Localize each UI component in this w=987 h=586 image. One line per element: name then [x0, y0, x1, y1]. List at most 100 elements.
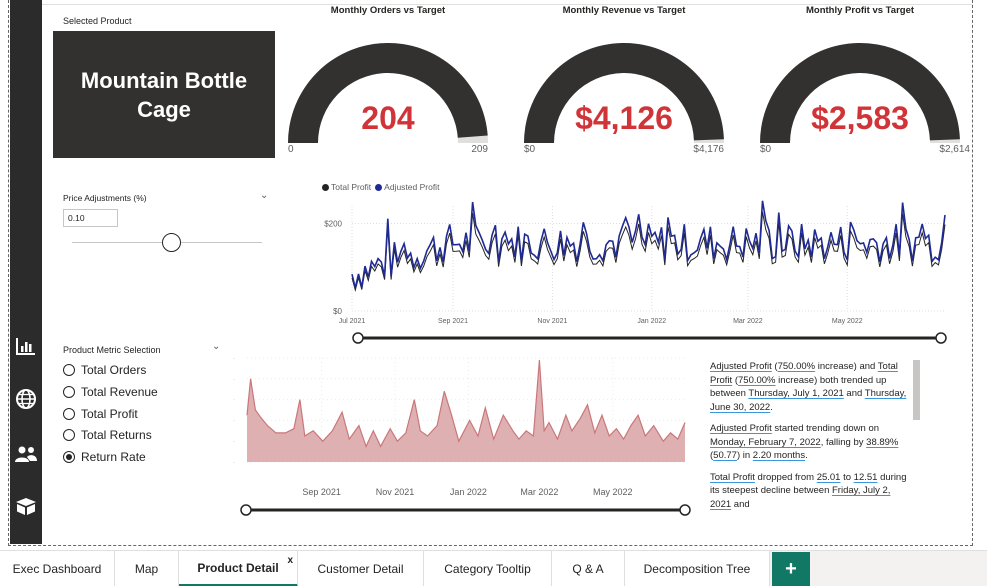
tab-exec-dashboard[interactable]: Exec Dashboard: [0, 551, 115, 586]
y-tick-mark: ·: [233, 439, 235, 445]
x-tick-label: Nov 2021: [537, 318, 567, 325]
radio-label: Return Rate: [81, 450, 146, 464]
x-tick-label: May 2022: [593, 487, 633, 497]
legend-label: Adjusted Profit: [384, 182, 440, 192]
box-icon[interactable]: [10, 492, 42, 520]
price-adjustments-label: Price Adjustments (%): [63, 193, 147, 203]
narrative-text: and: [731, 498, 750, 510]
revenue-gauge: Monthly Revenue vs Target $4,126 $0 $4,1…: [506, 0, 742, 168]
profit-line-chart[interactable]: Jul 2021 Sep 2021 Nov 2021 Jan 2022 Mar 2022…: [290, 196, 960, 326]
x-tick-label: Mar 2022: [520, 487, 558, 497]
radio-button[interactable]: [63, 364, 75, 376]
radio-label: Total Orders: [81, 363, 147, 377]
chevron-down-icon[interactable]: ⌄: [212, 341, 220, 352]
x-tick-label: May 2022: [832, 318, 863, 325]
metric-area-chart[interactable]: · · · · · · Sep 2021 Nov 2021 Jan 2022 Mar 2022 Ma…: [225, 350, 695, 500]
line-chart-legend: Total Profit Adjusted Profit: [322, 182, 439, 192]
tab-map[interactable]: Map: [115, 551, 179, 586]
radio-button[interactable]: [63, 429, 75, 441]
gauge-title: Monthly Revenue vs Target: [562, 5, 686, 16]
area-fill: [247, 360, 685, 462]
x-tick-label: Nov 2021: [376, 487, 415, 497]
profit-gauge: Monthly Profit vs Target $2,583 $0 $2,61…: [742, 0, 978, 168]
smart-narrative: Adjusted Profit (750.00% increase) and T…: [710, 360, 910, 519]
report-app: Selected Product Mountain Bottle Cage Mo…: [0, 0, 987, 586]
range-start-handle: [240, 504, 252, 516]
narrative-highlight: Adjusted Profit: [710, 423, 772, 434]
narrative-highlight: 750.00%: [738, 374, 776, 386]
globe-icon[interactable]: [10, 385, 42, 413]
radio-option-total-revenue[interactable]: Total Revenue: [63, 385, 158, 399]
legend-label: Total Profit: [331, 182, 372, 192]
radio-option-return-rate[interactable]: Return Rate: [63, 450, 146, 464]
radio-option-total-profit[interactable]: Total Profit: [63, 407, 138, 421]
narrative-paragraph: Adjusted Profit (750.00% increase) and T…: [710, 360, 910, 414]
close-icon[interactable]: x: [287, 555, 293, 566]
tab-product-detail[interactable]: Product Detail x: [179, 551, 298, 586]
price-adjustment-input[interactable]: 0.10: [63, 209, 118, 227]
gauge-title: Monthly Orders vs Target: [330, 5, 446, 16]
narrative-highlight: 2.20 months: [752, 450, 806, 461]
range-start-handle: [352, 332, 364, 344]
narrative-text: to: [840, 471, 854, 483]
gauge-value: 204: [361, 100, 415, 136]
narrative-text: dropped from: [754, 471, 817, 483]
gauge-title: Monthly Profit vs Target: [805, 5, 915, 16]
radio-label: Total Returns: [81, 428, 152, 442]
metric-selection-label: Product Metric Selection: [63, 345, 161, 355]
gauge-max: $2,614: [939, 144, 970, 155]
radio-button[interactable]: [63, 386, 75, 398]
x-tick-label: Jan 2022: [450, 487, 487, 497]
narrative-text: .: [805, 450, 808, 461]
legend-item-adjusted-profit[interactable]: Adjusted Profit: [375, 182, 439, 192]
narrative-highlight: 50.77: [713, 450, 737, 461]
narrative-highlight: Thursday, July 1, 2021: [748, 388, 844, 399]
narrative-text: , falling by: [820, 436, 867, 448]
narrative-text: started trending down on: [771, 423, 880, 434]
narrative-scrollbar[interactable]: [913, 360, 920, 420]
bar-chart-icon[interactable]: [10, 332, 42, 360]
narrative-text: and: [843, 388, 865, 399]
narrative-highlight: Adjusted Profit: [710, 361, 772, 372]
tab-decomposition-tree[interactable]: Decomposition Tree: [625, 551, 770, 586]
radio-button[interactable]: [63, 408, 75, 420]
x-tick-label: Jul 2021: [339, 318, 366, 325]
tab-label: Customer Detail: [317, 562, 404, 576]
y-tick-label: $0: [333, 307, 342, 316]
narrative-paragraph: Total Profit dropped from 25.01 to 12.51…: [710, 471, 910, 512]
gauge-min: $0: [760, 144, 772, 155]
y-tick-mark: ·: [233, 356, 235, 362]
gauge-value: $2,583: [811, 100, 909, 136]
nav-rail: [10, 0, 42, 544]
add-page-button[interactable]: +: [772, 552, 810, 586]
line-chart-date-range-slider[interactable]: [352, 330, 948, 346]
radio-option-total-orders[interactable]: Total Orders: [63, 363, 146, 377]
gauge-value: $4,126: [575, 100, 673, 136]
radio-button-selected[interactable]: [63, 451, 75, 463]
x-tick-label: Mar 2022: [733, 318, 763, 325]
radio-label: Total Revenue: [81, 385, 158, 399]
narrative-highlight: 750.00%: [777, 361, 816, 372]
people-icon[interactable]: [10, 440, 42, 468]
price-slider-thumb[interactable]: [161, 233, 181, 252]
tab-label: Category Tooltip: [444, 562, 531, 576]
legend-item-total-profit[interactable]: Total Profit: [322, 182, 371, 192]
narrative-highlight: 12.51: [853, 471, 878, 483]
gauge-min: $0: [524, 144, 536, 155]
chevron-down-icon[interactable]: ⌄: [260, 190, 268, 201]
narrative-highlight: 38.89%: [866, 436, 899, 448]
tab-label: Decomposition Tree: [643, 562, 751, 576]
narrative-highlight: 25.01: [816, 471, 841, 483]
radio-option-total-returns[interactable]: Total Returns: [63, 428, 152, 442]
x-tick-label: Jan 2022: [637, 318, 666, 325]
area-chart-date-range-slider[interactable]: [240, 502, 692, 518]
y-tick-mark: ·: [233, 460, 235, 466]
tab-customer-detail[interactable]: Customer Detail: [298, 551, 424, 586]
narrative-highlight: Monday, February 7, 2022: [710, 436, 821, 448]
tab-label: Q & A: [572, 562, 604, 576]
tab-q-and-a[interactable]: Q & A: [552, 551, 625, 586]
product-name: Mountain Bottle Cage: [80, 67, 248, 122]
tab-category-tooltip[interactable]: Category Tooltip: [424, 551, 552, 586]
selected-product-card: Mountain Bottle Cage: [53, 31, 275, 158]
tab-label: Exec Dashboard: [12, 562, 102, 576]
